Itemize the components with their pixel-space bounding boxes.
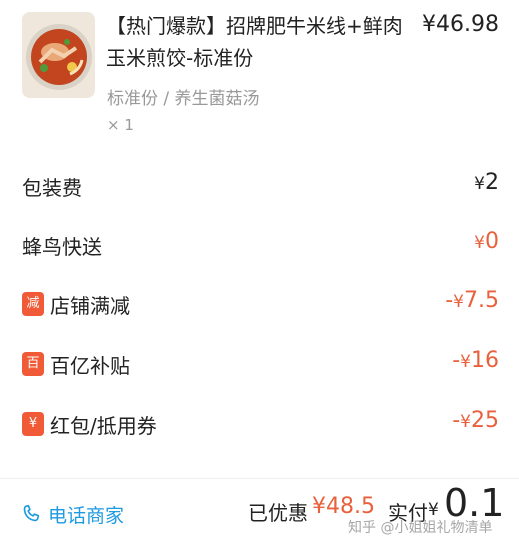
- fee-value: ¥0: [474, 229, 499, 254]
- discount-row-subsidy: 百 百亿补贴 -¥16: [0, 344, 519, 388]
- phone-icon: [23, 504, 40, 522]
- fee-row-packaging: 包装费 ¥2: [0, 166, 519, 210]
- saved-label: 已优惠: [248, 501, 308, 525]
- minus-sign: -: [452, 408, 461, 433]
- discount-label: 红包/抵用券: [50, 414, 157, 438]
- noodle-bowl-image: [22, 12, 95, 98]
- minus-sign: -: [445, 288, 454, 313]
- currency-symbol: ¥: [474, 233, 485, 253]
- fee-row-delivery: 蜂鸟快送 ¥0: [0, 225, 519, 269]
- item-price: ¥46.98: [422, 12, 499, 37]
- item-quantity: × 1: [107, 116, 134, 134]
- currency-symbol: ¥: [453, 292, 464, 312]
- watermark: 知乎 @小姐姐礼物清单: [348, 520, 493, 536]
- fee-label: 蜂鸟快送: [22, 235, 102, 259]
- item-spec: 标准份 / 养生菌菇汤: [107, 89, 260, 109]
- discount-amount: 7.5: [464, 288, 499, 313]
- order-footer: 电话商家 已优惠 ¥48.5 实付 ¥ 0.1 知乎 @小姐姐礼物清单: [0, 478, 519, 550]
- discount-label: 店铺满减: [50, 294, 130, 318]
- saved-amount: ¥48.5: [312, 494, 375, 519]
- discount-value: -¥7.5: [445, 288, 499, 313]
- minus-sign: -: [452, 348, 461, 373]
- discount-value: -¥16: [452, 348, 499, 373]
- food-thumbnail: [22, 12, 95, 98]
- discount-badge-icon: 减: [22, 292, 44, 316]
- discount-badge-icon: 百: [22, 352, 44, 376]
- discount-row-store: 减 店铺满减 -¥7.5: [0, 284, 519, 328]
- fee-amount: 0: [485, 229, 499, 254]
- order-item: 【热门爆款】招牌肥牛米线+鲜肉玉米煎饺-标准份 ¥46.98 标准份 / 养生菌…: [0, 0, 519, 150]
- call-merchant-label: 电话商家: [48, 504, 125, 527]
- fee-value: ¥2: [474, 170, 499, 195]
- discount-label: 百亿补贴: [50, 354, 130, 378]
- item-title: 【热门爆款】招牌肥牛米线+鲜肉玉米煎饺-标准份: [106, 14, 403, 70]
- discount-amount: 16: [471, 348, 499, 373]
- currency-symbol: ¥: [460, 352, 471, 372]
- discount-value: -¥25: [452, 408, 499, 433]
- fee-amount: 2: [485, 170, 499, 195]
- discount-badge-icon: ¥: [22, 412, 44, 436]
- currency-symbol: ¥: [460, 412, 471, 432]
- call-merchant-button[interactable]: 电话商家: [20, 499, 124, 529]
- discount-row-coupon: ¥ 红包/抵用券 -¥25: [0, 404, 519, 448]
- discount-amount: 25: [471, 408, 499, 433]
- currency-symbol: ¥: [474, 174, 485, 194]
- fee-label: 包装费: [22, 176, 82, 200]
